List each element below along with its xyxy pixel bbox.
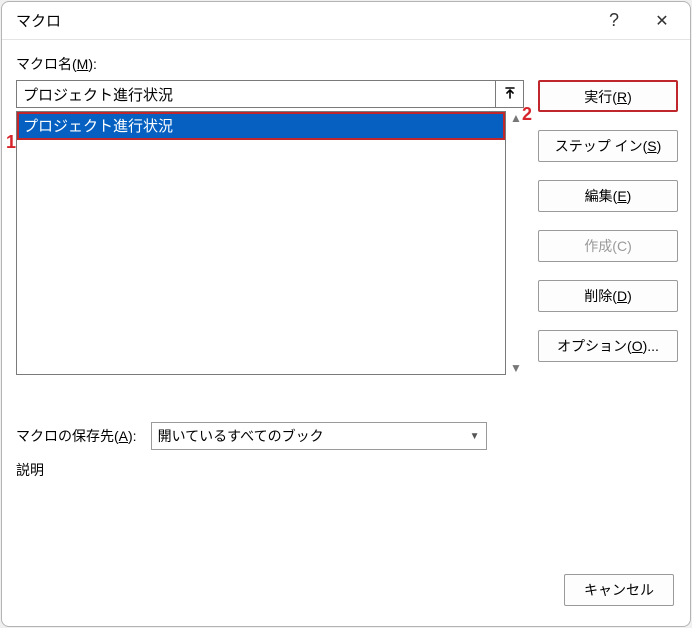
dialog-title: マクロ <box>16 10 590 31</box>
create-button: 作成(C) <box>538 230 678 262</box>
select-value: 開いているすべてのブック <box>158 426 324 446</box>
scrollbar[interactable]: ▲ ▼ <box>506 111 524 375</box>
edit-button[interactable]: 編集(E) <box>538 180 678 212</box>
chevron-down-icon: ▼ <box>470 431 480 442</box>
delete-button[interactable]: 削除(D) <box>538 280 678 312</box>
macro-store-select[interactable]: 開いているすべてのブック ▼ <box>151 422 487 450</box>
run-button[interactable]: 実行(R) <box>538 80 678 112</box>
close-button[interactable]: ✕ <box>638 2 686 40</box>
help-button[interactable]: ? <box>590 2 638 40</box>
step-in-button[interactable]: ステップ イン(S) <box>538 130 678 162</box>
options-button[interactable]: オプション(O)... <box>538 330 678 362</box>
annotation-2: 2 <box>522 104 532 125</box>
macro-store-label: マクロの保存先(A): <box>16 426 137 446</box>
macro-name-label: マクロ名(M): <box>16 54 676 74</box>
assign-icon-button[interactable] <box>496 80 524 108</box>
list-item[interactable]: プロジェクト進行状況 <box>17 112 505 140</box>
cancel-button[interactable]: キャンセル <box>564 574 674 606</box>
macro-dialog: マクロ ? ✕ 1 2 マクロ名(M): プロジェクト進行状況 <box>1 1 691 627</box>
description-label: 説明 <box>16 460 676 480</box>
scroll-down-icon[interactable]: ▼ <box>508 361 524 375</box>
macro-listbox[interactable]: プロジェクト進行状況 <box>16 111 506 375</box>
dialog-content: 1 2 マクロ名(M): プロジェクト進行状況 ▲ <box>2 40 690 494</box>
titlebar: マクロ ? ✕ <box>2 2 690 40</box>
annotation-1: 1 <box>6 132 16 153</box>
macro-name-input[interactable] <box>16 80 496 108</box>
